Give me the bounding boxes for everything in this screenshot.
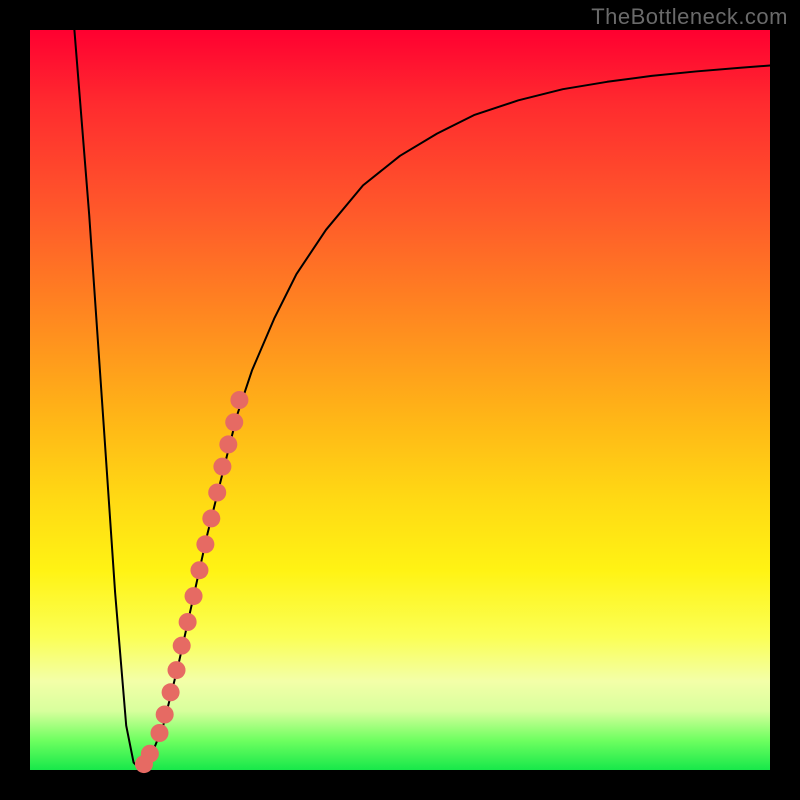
highlight-marker bbox=[185, 587, 203, 605]
highlight-marker bbox=[135, 755, 153, 773]
plot-area bbox=[30, 30, 770, 770]
highlight-marker bbox=[173, 637, 191, 655]
highlight-marker bbox=[179, 613, 197, 631]
highlight-marker bbox=[190, 561, 208, 579]
highlight-marker bbox=[202, 509, 220, 527]
watermark-text: TheBottleneck.com bbox=[591, 4, 788, 30]
highlight-marker bbox=[156, 706, 174, 724]
chart-frame: TheBottleneck.com bbox=[0, 0, 800, 800]
highlight-marker bbox=[225, 413, 243, 431]
highlight-marker bbox=[219, 435, 237, 453]
highlight-marker bbox=[151, 724, 169, 742]
highlight-marker bbox=[208, 484, 226, 502]
chart-svg bbox=[30, 30, 770, 770]
highlight-marker bbox=[230, 391, 248, 409]
highlight-marker bbox=[213, 458, 231, 476]
highlight-marker bbox=[162, 683, 180, 701]
highlight-marker bbox=[168, 661, 186, 679]
bottleneck-curve bbox=[74, 30, 770, 770]
highlight-marker bbox=[196, 535, 214, 553]
